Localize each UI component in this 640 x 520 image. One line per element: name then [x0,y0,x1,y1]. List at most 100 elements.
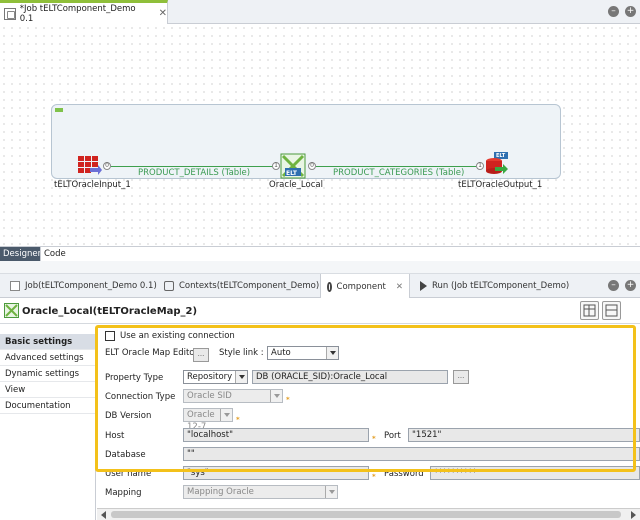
map-component-label: Oracle_Local [269,180,323,190]
password-label: Password [384,469,424,479]
job-editor-tab[interactable]: *Job tELTComponent_Demo 0.1 ✕ [0,0,168,24]
mapping-select[interactable]: Mapping Oracle [183,485,338,499]
map-editor-row: ELT Oracle Map Editor [105,348,198,358]
port-label: Port [384,431,401,441]
chevron-down-icon [325,486,337,498]
maximize-icon[interactable]: + [625,280,636,291]
output-component-port-icon[interactable]: 1 [476,162,484,170]
host-field[interactable]: "localhost" [183,428,369,442]
nav-advanced-settings[interactable]: Advanced settings [0,350,95,366]
elt-output-badge: ELT [496,153,506,159]
view-separator [0,261,640,274]
scroll-left-icon[interactable] [101,511,106,519]
database-field[interactable]: "" [183,447,640,461]
host-row: Host [105,431,124,441]
component-icon [327,281,332,292]
warning-icon: ⁎ [372,433,376,441]
tab-component[interactable]: Component ✕ [320,274,410,299]
oracle-input-icon[interactable] [78,156,102,176]
basic-settings-panel: Use an existing connection ELT Oracle Ma… [97,326,640,508]
output-component-label: tELTOracleOutput_1 [458,180,543,190]
nav-documentation[interactable]: Documentation [0,398,95,414]
job-view-icon [10,281,20,291]
connection-type-label: Connection Type [105,392,176,402]
nav-basic-settings[interactable]: Basic settings [0,334,95,350]
close-icon[interactable]: ✕ [396,282,403,292]
editor-tabbar: *Job tELTComponent_Demo 0.1 ✕ – + [0,0,640,24]
nav-view[interactable]: View [0,382,95,398]
use-existing-connection-row: Use an existing connection [105,331,235,341]
subjob-collapse-icon[interactable] [55,108,63,112]
chevron-down-icon [235,371,247,383]
settings-nav: Basic settings Advanced settings Dynamic… [0,334,96,520]
chevron-down-icon [326,347,338,359]
style-link-label: Style link : [219,348,264,358]
flow-label-product-details[interactable]: PRODUCT_DETAILS (Table) [138,168,250,178]
map-editor-label: ELT Oracle Map Editor [105,348,198,358]
map-input-port-icon[interactable]: 1 [272,162,280,170]
close-icon[interactable]: ✕ [159,8,167,19]
use-existing-connection-label: Use an existing connection [120,331,235,341]
mapping-label: Mapping [105,488,142,498]
port-field[interactable]: "1521" [408,428,640,442]
tab-contexts[interactable]: Contexts(tELTComponent_Demo) [158,274,325,298]
warning-icon: ⁎ [372,471,376,479]
tab-job[interactable]: Job(tELTComponent_Demo 0.1) [4,274,163,298]
elt-map-small-icon [4,303,19,318]
connection-type-value: Oracle SID [187,391,232,401]
db-version-row: DB Version [105,411,151,421]
db-version-label: DB Version [105,411,152,421]
password-field[interactable]: ********** [430,466,640,480]
password-row: Password [384,469,424,479]
tab-code[interactable]: Code [40,247,66,262]
database-row: Database [105,450,146,460]
mapping-value: Mapping Oracle [187,487,254,497]
tab-run[interactable]: Run (Job tELTComponent_Demo) [414,274,575,298]
connection-type-row: Connection Type [105,392,175,402]
output-port-icon[interactable]: 0 [103,162,111,170]
flow-label-product-categories[interactable]: PRODUCT_CATEGORIES (Table) [333,168,464,178]
minimize-icon[interactable]: – [608,280,619,291]
component-title: Oracle_Local(tELTOracleMap_2) [22,306,198,317]
job-editor-tab-label: *Job tELTComponent_Demo 0.1 [19,3,136,24]
style-link-row: Style link : [219,348,264,358]
maximize-icon[interactable]: + [625,6,636,17]
horizontal-scrollbar[interactable] [97,508,640,520]
db-version-select[interactable]: Oracle 12-7 [183,408,233,432]
username-label: User name [105,469,152,479]
tab-run-label: Run (Job tELTComponent_Demo) [432,281,570,291]
tab-designer[interactable]: Designer [0,247,41,262]
map-output-port-icon[interactable]: 0 [308,162,316,170]
minimize-icon[interactable]: – [608,6,619,17]
elt-map-badge: ELT [286,170,298,177]
chevron-down-icon [270,390,282,402]
tab-contexts-label: Contexts(tELTComponent_Demo) [179,281,320,291]
property-type-select[interactable]: Repository [183,370,248,384]
form-view-icon[interactable] [602,301,621,320]
database-label: Database [105,450,146,460]
host-label: Host [105,431,125,441]
property-type-value: Repository [187,372,233,382]
map-editor-button[interactable]: ... [193,348,209,362]
scroll-thumb[interactable] [111,511,621,518]
flow-line-product-details[interactable] [111,166,275,167]
flow-line-product-categories[interactable] [316,166,476,167]
component-header: Oracle_Local(tELTOracleMap_2) [0,298,640,324]
chevron-down-icon [220,409,232,421]
designer-code-tabs: Designer Code [0,246,640,262]
mapping-row: Mapping [105,488,141,498]
connection-type-select[interactable]: Oracle SID [183,389,283,403]
property-repository-button[interactable]: ... [453,370,469,384]
style-link-value: Auto [271,348,291,358]
property-repository-field[interactable]: DB (ORACLE_SID):Oracle_Local [252,370,448,384]
nav-dynamic-settings[interactable]: Dynamic settings [0,366,95,382]
style-link-select[interactable]: Auto [267,346,339,360]
port-row: Port [384,431,401,441]
table-view-icon[interactable] [580,301,599,320]
username-row: User name [105,469,151,479]
username-field[interactable]: "sys" [183,466,369,480]
tab-component-label: Component [336,281,386,292]
use-existing-connection-checkbox[interactable] [105,331,115,341]
scroll-right-icon[interactable] [631,511,636,519]
contexts-icon [164,281,174,291]
